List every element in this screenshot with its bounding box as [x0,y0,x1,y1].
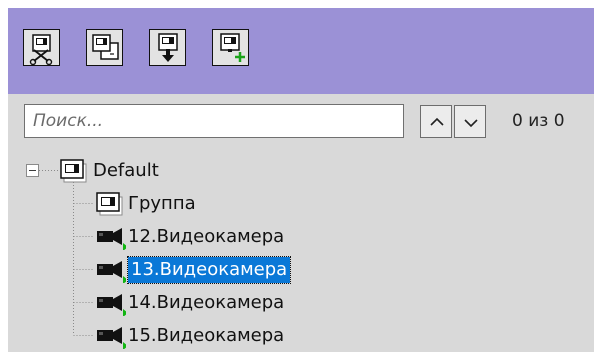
copy-camera-button[interactable] [86,29,123,66]
video-camera-icon [97,327,126,349]
paste-camera-button[interactable] [149,29,186,66]
toolbar [8,8,594,94]
camera-panel: 0 из 0 [8,8,594,352]
camera-paste-icon [158,33,178,62]
search-previous-button[interactable] [420,105,452,138]
group-icon [60,159,87,183]
chevron-down-icon [464,119,478,128]
video-camera-icon [97,261,126,283]
group-icon [96,192,123,216]
camera-add-icon [220,33,245,62]
tree-item-camera-12[interactable]: 12.Видеокамера [125,224,287,250]
tree-item-camera-14[interactable]: 14.Видеокамера [125,290,287,316]
video-camera-icon [97,228,126,250]
camera-copy-icon [92,34,119,60]
tree-item-camera-13[interactable]: 13.Видеокамера [126,256,292,284]
search-bar: 0 из 0 [8,94,594,152]
add-camera-button[interactable] [212,29,249,66]
search-input[interactable] [24,104,404,138]
cut-camera-button[interactable] [23,29,60,66]
chevron-up-icon [430,117,444,126]
tree-item-camera-15[interactable]: 15.Видеокамера [125,323,287,349]
tree-collapse-toggle[interactable] [26,164,39,177]
tree-item-group[interactable]: Группа [125,191,199,217]
camera-tree-window: 0 из 0 [0,0,594,352]
search-result-counter: 0 из 0 [512,111,565,131]
tree-item-default[interactable]: Default [90,158,162,184]
camera-tree: Default Группа 12.Видеокамера 13.Видеока… [8,152,594,352]
camera-cut-icon [29,34,53,66]
video-camera-icon [97,294,126,316]
search-next-button[interactable] [454,105,486,138]
